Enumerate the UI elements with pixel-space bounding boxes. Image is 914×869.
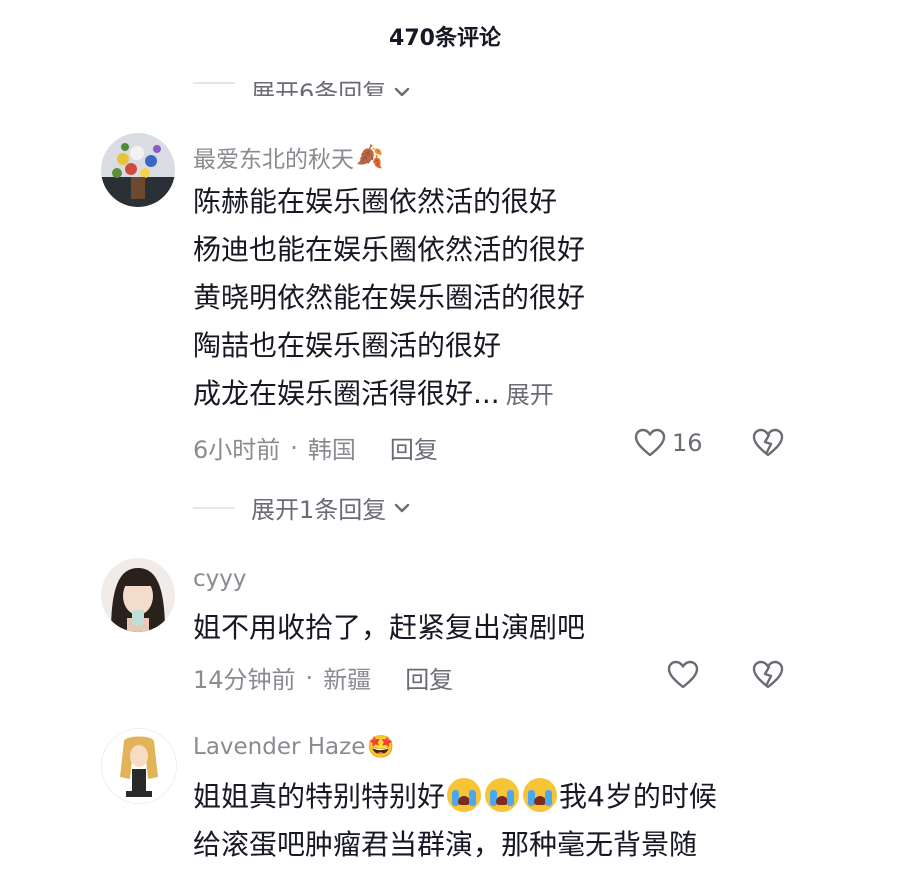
timestamp: 14分钟前	[193, 666, 296, 694]
star-struck-emoji: 🤩	[367, 734, 395, 760]
loudly-crying-emoji	[447, 778, 482, 812]
location: 新疆	[323, 666, 372, 694]
comment-text: 姐不用收拾了，赶紧复出演剧吧	[193, 604, 585, 652]
comment-meta: 6小时前 · 韩国 回复	[193, 430, 438, 465]
dislike-button[interactable]	[752, 428, 784, 458]
comment-line: 陈赫能在娱乐圈依然活的很好	[193, 185, 558, 218]
comment-line: 姐不用收拾了，赶紧复出演剧吧	[193, 611, 586, 644]
dislike-button[interactable]	[752, 660, 784, 690]
reply-button[interactable]: 回复	[405, 660, 453, 695]
broken-heart-icon	[752, 428, 784, 457]
expand-text-button[interactable]: 展开	[506, 381, 554, 409]
loudly-crying-emoji	[523, 778, 558, 812]
comment-line: 我4岁的时候	[559, 780, 717, 813]
like-button[interactable]	[667, 660, 699, 690]
comment-line: 姐姐真的特别特别好	[193, 780, 446, 813]
comment-line: 成龙在娱乐圈活得很好...	[193, 377, 500, 410]
comments-count-title: 470条评论	[389, 26, 501, 51]
comment-text: 陈赫能在娱乐圈依然活的很好 杨迪也能在娱乐圈依然活的很好 黄晓明依然能在娱乐圈活…	[193, 178, 585, 419]
chevron-down-icon	[395, 503, 410, 512]
chevron-down-icon	[395, 87, 410, 96]
avatar[interactable]	[101, 728, 177, 804]
reply-button[interactable]: 回复	[390, 430, 438, 465]
comment-text: 姐姐真的特别特别好 我4岁的时候 给滚蛋吧肿瘤君当群演，那种毫无背景随	[193, 773, 717, 869]
expand-replies-button[interactable]: 展开1条回复	[193, 490, 412, 525]
username-text: cyyy	[193, 566, 247, 592]
username-text: Lavender Haze	[193, 734, 366, 760]
avatar[interactable]	[101, 133, 175, 207]
like-count: 16	[672, 429, 703, 457]
heart-icon	[667, 660, 699, 689]
expand-replies-label: 展开1条回复	[251, 496, 387, 524]
expand-replies-button[interactable]: 展开6条回复	[193, 64, 493, 96]
username[interactable]: Lavender Haze 🤩	[193, 734, 395, 760]
username[interactable]: cyyy	[193, 566, 246, 592]
username-text: 最爱东北的秋天	[193, 147, 354, 173]
location: 韩国	[307, 436, 356, 464]
like-button[interactable]: 16	[634, 428, 703, 458]
avatar[interactable]	[101, 558, 175, 632]
comment-meta: 14分钟前 · 新疆 回复	[193, 660, 453, 695]
separator-dot: ·	[305, 663, 314, 692]
comment-line: 黄晓明依然能在娱乐圈活的很好	[193, 281, 586, 314]
heart-icon	[634, 428, 666, 457]
separator-dot: ·	[290, 433, 298, 462]
expand-replies-label: 展开6条回复	[251, 79, 387, 96]
loudly-crying-emoji	[485, 778, 520, 812]
divider	[193, 506, 235, 509]
timestamp: 6小时前	[193, 436, 281, 464]
broken-heart-icon	[752, 660, 784, 689]
comment-line: 杨迪也能在娱乐圈依然活的很好	[193, 233, 586, 266]
divider	[193, 82, 235, 84]
comment-line: 给滚蛋吧肿瘤君当群演，那种毫无背景随	[193, 828, 698, 861]
username[interactable]: 最爱东北的秋天 🍂	[193, 140, 383, 174]
leaf-emoji: 🍂	[356, 144, 384, 170]
comment-line: 陶喆也在娱乐圈活的很好	[193, 329, 502, 362]
